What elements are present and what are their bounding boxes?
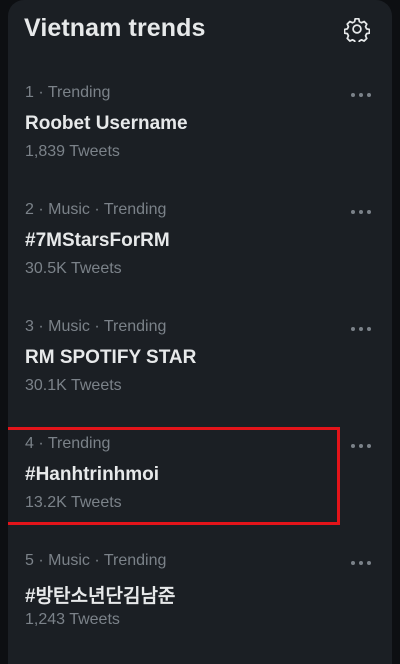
trend-name: RM SPOTIFY STAR [25,347,197,368]
more-options-icon[interactable] [350,88,372,102]
more-options-icon[interactable] [350,556,372,570]
trends-title: Vietnam trends [24,14,206,42]
trend-meta: 5 · Music · Trending [25,552,167,569]
more-options-icon[interactable] [350,205,372,219]
trend-item-1[interactable]: 1 · Trending Roobet Username 1,839 Tweet… [8,84,392,176]
trend-meta: 3 · Music · Trending [25,318,167,335]
trend-item-3[interactable]: 3 · Music · Trending RM SPOTIFY STAR 30.… [8,318,392,410]
trend-meta: 2 · Music · Trending [25,201,167,218]
trend-name: Roobet Username [25,113,188,134]
trends-panel: Vietnam trends 1 · Trending Roobet Usern… [8,0,392,664]
trend-meta: 1 · Trending [25,84,111,101]
trend-tweet-count: 1,839 Tweets [25,143,120,160]
trends-header: Vietnam trends [8,0,392,60]
trend-item-2[interactable]: 2 · Music · Trending #7MStarsForRM 30.5K… [8,201,392,293]
gear-icon[interactable] [343,16,371,45]
trend-name: #방탄소년단김남준 [25,586,176,607]
trend-name: #7MStarsForRM [25,230,170,251]
trend-tweet-count: 30.5K Tweets [25,260,122,277]
more-options-icon[interactable] [350,439,372,453]
trend-tweet-count: 30.1K Tweets [25,377,122,394]
trend-item-5[interactable]: 5 · Music · Trending #방탄소년단김남준 1,243 Twe… [8,552,392,644]
more-options-icon[interactable] [350,322,372,336]
trend-tweet-count: 1,243 Tweets [25,611,120,628]
highlight-box [8,427,340,525]
